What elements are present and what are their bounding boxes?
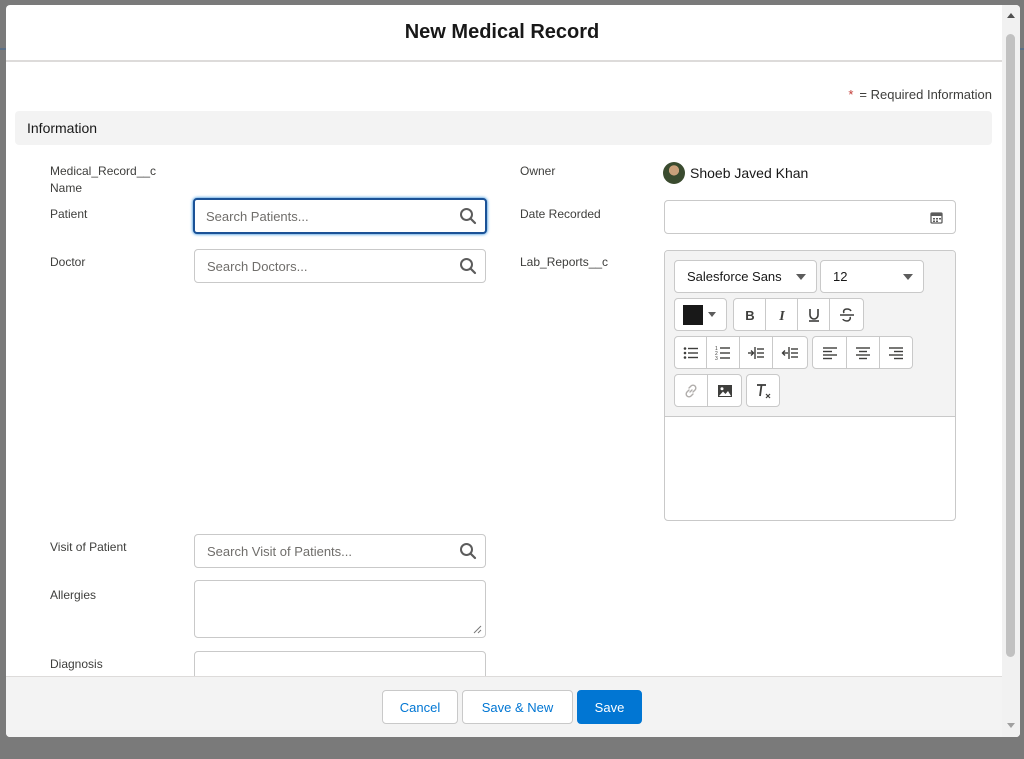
scroll-up-arrow-icon[interactable]	[1007, 13, 1015, 18]
font-size-select[interactable]: 12	[820, 260, 924, 293]
name-field-label: Medical_Record__c Name	[50, 163, 156, 197]
diagnosis-label: Diagnosis	[50, 657, 103, 671]
owner-name: Shoeb Javed Khan	[690, 165, 809, 181]
remove-formatting-button[interactable]	[746, 374, 780, 407]
resize-grip-icon[interactable]	[473, 625, 482, 634]
chevron-down-icon	[796, 273, 806, 280]
scrollbar-thumb[interactable]	[1006, 34, 1015, 657]
section-title: Information	[27, 120, 98, 136]
numbered-list-icon: 123	[715, 346, 730, 361]
svg-text:3: 3	[715, 356, 718, 361]
lab-reports-rich-text-editor: Salesforce Sans 12 B I 1 2 3	[664, 250, 956, 521]
search-icon[interactable]	[451, 535, 485, 567]
italic-button[interactable]: I	[765, 298, 798, 331]
align-right-button[interactable]	[879, 336, 913, 369]
modal-title: New Medical Record	[404, 21, 600, 43]
new-medical-record-modal: New Medical Record * = Required Informati…	[6, 5, 1020, 737]
date-recorded-label: Date Recorded	[520, 207, 601, 221]
required-info-text: = Required Information	[859, 87, 992, 102]
doctor-placeholder: Search Doctors...	[207, 258, 308, 274]
link-button[interactable]	[674, 374, 708, 407]
outdent-button[interactable]	[772, 336, 808, 369]
lab-reports-label: Lab_Reports__c	[520, 255, 609, 269]
strikethrough-button[interactable]	[829, 298, 864, 331]
name-label-line1: Medical_Record__c	[50, 164, 157, 178]
svg-text:I: I	[778, 309, 785, 322]
scroll-down-arrow-icon[interactable]	[1007, 723, 1015, 728]
remove-formatting-icon	[757, 383, 771, 398]
underline-icon	[808, 308, 819, 322]
modal-body: * = Required Information Information Medi…	[6, 62, 1002, 676]
save-and-new-button[interactable]: Save & New	[462, 690, 573, 724]
calendar-icon[interactable]	[930, 211, 943, 224]
link-icon	[685, 383, 697, 398]
doctor-lookup-input[interactable]: Search Doctors...	[194, 249, 486, 283]
svg-text:B: B	[745, 308, 754, 322]
vertical-scrollbar[interactable]	[1002, 5, 1020, 737]
underline-button[interactable]	[797, 298, 830, 331]
image-icon	[717, 384, 732, 397]
search-icon[interactable]	[451, 250, 485, 282]
avatar	[663, 162, 685, 184]
text-color-icon	[683, 304, 703, 325]
save-button[interactable]: Save	[577, 690, 642, 724]
bold-icon: B	[745, 308, 754, 322]
visit-placeholder: Search Visit of Patients...	[207, 543, 352, 559]
date-recorded-input[interactable]	[664, 200, 956, 234]
indent-button[interactable]	[739, 336, 773, 369]
bulleted-list-icon	[683, 346, 698, 359]
patient-lookup-input[interactable]: Search Patients...	[193, 198, 487, 234]
rte-toolbar: Salesforce Sans 12 B I 1 2 3	[665, 251, 955, 417]
doctor-label: Doctor	[50, 255, 86, 269]
font-family-select[interactable]: Salesforce Sans	[674, 260, 817, 293]
text-color-button[interactable]	[674, 298, 727, 331]
visit-label: Visit of Patient	[50, 540, 127, 554]
font-size-value: 12	[833, 269, 848, 284]
chevron-down-icon	[708, 312, 716, 317]
align-center-button[interactable]	[846, 336, 880, 369]
italic-icon: I	[778, 309, 785, 322]
align-center-icon	[856, 346, 870, 359]
owner-value[interactable]: Shoeb Javed Khan	[663, 162, 808, 184]
owner-label: Owner	[520, 164, 556, 178]
outdent-icon	[781, 346, 798, 359]
align-right-icon	[889, 346, 903, 359]
numbered-list-button[interactable]: 123	[706, 336, 740, 369]
section-information-header[interactable]: Information	[15, 111, 992, 145]
strikethrough-icon	[839, 307, 854, 322]
required-star: *	[848, 87, 854, 102]
indent-icon	[748, 346, 764, 359]
image-button[interactable]	[707, 374, 742, 407]
modal-header: New Medical Record	[6, 5, 1020, 62]
rte-content-area[interactable]	[665, 418, 955, 520]
patient-placeholder: Search Patients...	[206, 208, 309, 224]
bold-button[interactable]: B	[733, 298, 766, 331]
name-label-line2: Name	[50, 181, 83, 195]
align-left-button[interactable]	[812, 336, 847, 369]
allergies-textarea[interactable]	[194, 580, 486, 638]
diagnosis-textarea[interactable]	[194, 651, 486, 676]
bulleted-list-button[interactable]	[674, 336, 707, 369]
required-info-note: * = Required Information	[848, 87, 992, 102]
chevron-down-icon	[903, 273, 913, 280]
patient-label: Patient	[50, 207, 88, 221]
visit-lookup-input[interactable]: Search Visit of Patients...	[194, 534, 486, 568]
allergies-label: Allergies	[50, 588, 97, 602]
font-family-value: Salesforce Sans	[687, 269, 782, 284]
align-left-icon	[822, 346, 837, 359]
modal-footer: Cancel Save & New Save	[6, 676, 1020, 737]
cancel-button[interactable]: Cancel	[382, 690, 458, 724]
search-icon[interactable]	[451, 200, 485, 232]
